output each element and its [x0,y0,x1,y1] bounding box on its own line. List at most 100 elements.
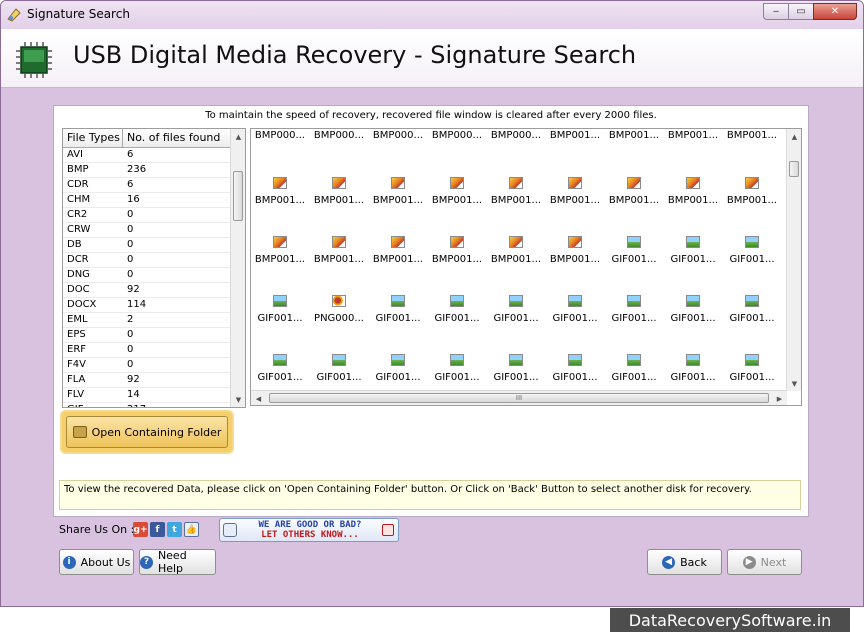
file-type-row[interactable]: EPS 0 [63,328,231,343]
recovered-file-item[interactable]: GIF001... [664,235,722,294]
file-type-row[interactable]: FLV 14 [63,388,231,403]
file-type-name: DCR [67,254,89,265]
recovered-file-item[interactable]: PNG000... [310,294,368,353]
file-type-count: 0 [127,254,134,265]
file-type-row[interactable]: CHM 16 [63,193,231,208]
col-files-found[interactable]: No. of files found [123,129,231,147]
file-type-row[interactable]: DNG 0 [63,268,231,283]
file-type-row[interactable]: DCR 0 [63,253,231,268]
scroll-left-icon[interactable]: ◀ [251,391,266,405]
recovered-file-item[interactable]: GIF001... [664,294,722,353]
file-type-row[interactable]: EML 2 [63,313,231,328]
files-hscrollbar[interactable]: ◀ III ▶ [251,390,787,405]
recovered-file-item[interactable]: GIF001... [369,294,427,353]
scroll-up-icon[interactable]: ▲ [787,129,801,144]
recovered-file-item[interactable]: GIF001... [428,294,486,353]
recovered-file-item[interactable]: GIF001... [723,235,781,294]
file-type-row[interactable]: CDR 6 [63,178,231,193]
bmp-file-icon [509,177,523,189]
recovered-file-name: BMP001... [490,254,542,265]
scroll-right-icon[interactable]: ▶ [772,391,787,405]
recovered-file-name: BMP000... [490,130,542,141]
recovered-file-item[interactable]: BMP001... [428,235,486,294]
file-type-row[interactable]: BMP 236 [63,163,231,178]
file-type-row[interactable]: CR2 0 [63,208,231,223]
file-type-count: 2 [127,314,134,325]
maximize-button[interactable]: ▭ [788,3,814,20]
recovered-file-item[interactable]: BMP001... [723,176,781,235]
file-types-scrollbar[interactable]: ▲ ▼ [230,129,245,407]
recovered-file-item[interactable]: GIF001... [723,294,781,353]
recovered-file-item[interactable]: BMP001... [310,235,368,294]
need-help-button[interactable]: ? Need Help [139,549,216,575]
recovered-file-item[interactable]: BMP001... [369,176,427,235]
scroll-up-icon[interactable]: ▲ [231,129,245,144]
file-type-row[interactable]: GIF217 [63,403,231,407]
scroll-thumb[interactable] [789,161,799,177]
brand-banner[interactable]: DataRecoverySoftware.in [610,608,850,632]
recovered-file-name: GIF001... [493,313,539,324]
scroll-down-icon[interactable]: ▼ [231,392,245,407]
recovered-file-item[interactable]: BMP001... [487,176,545,235]
recovered-file-item[interactable]: GIF001... [251,294,309,353]
google-plus-icon[interactable]: g+ [133,522,148,537]
recovered-file-item[interactable]: BMP001... [487,235,545,294]
feedback-icon [382,524,394,536]
close-button[interactable]: ✕ [813,3,857,20]
recovered-file-item[interactable]: BMP001... [251,235,309,294]
scroll-down-icon[interactable]: ▼ [787,376,801,391]
file-type-row[interactable]: DOCX 114 [63,298,231,313]
file-type-count: 0 [127,209,134,220]
recovered-file-item[interactable]: BMP001... [369,235,427,294]
recovered-file-name: PNG000... [314,313,364,324]
recovered-file-name: GIF001... [257,313,303,324]
back-button[interactable]: ◀ Back [647,549,722,575]
recovered-file-name: GIF001... [729,372,775,383]
file-type-row[interactable]: FLA 92 [63,373,231,388]
recovered-file-name: GIF001... [552,372,598,383]
twitter-icon[interactable]: t [167,522,182,537]
col-file-types[interactable]: File Types [63,129,123,147]
gif-file-icon [391,354,405,366]
recovered-file-name: BMP001... [726,130,778,141]
files-vscrollbar[interactable]: ▲ ▼ [786,129,801,391]
file-type-row[interactable]: DOC 92 [63,283,231,298]
open-button-face[interactable]: Open Containing Folder [66,416,228,448]
recovered-file-item[interactable]: BMP001... [428,176,486,235]
recovered-file-item[interactable]: GIF001... [546,294,604,353]
recovered-file-item[interactable]: GIF001... [605,235,663,294]
file-type-row[interactable]: AVI 6 [63,148,231,163]
recovered-file-item[interactable]: GIF001... [487,294,545,353]
recovered-file-name: GIF001... [434,372,480,383]
minimize-button[interactable]: ‒ [763,3,789,20]
recovered-file-item[interactable]: BMP001... [310,176,368,235]
next-button[interactable]: ▶ Next [727,549,802,575]
recovered-file-item[interactable]: BMP001... [546,235,604,294]
file-type-name: DNG [67,269,90,280]
recovered-file-name: BMP000... [372,130,424,141]
bmp-file-icon [450,236,464,248]
help-icon: ? [140,555,153,569]
file-type-row[interactable]: ERF 0 [63,343,231,358]
recovered-file-item[interactable]: BMP001... [251,176,309,235]
feedback-banner[interactable]: WE ARE GOOD OR BAD? LET OTHERS KNOW... [219,518,399,542]
open-containing-folder-button[interactable]: Open Containing Folder [62,412,232,452]
file-type-row[interactable]: F4V 0 [63,358,231,373]
about-us-button[interactable]: i About Us [59,549,134,575]
recovery-panel: To maintain the speed of recovery, recov… [53,105,809,517]
file-type-row[interactable]: DB 0 [63,238,231,253]
file-type-row[interactable]: CRW 0 [63,223,231,238]
hscroll-thumb[interactable]: III [269,393,769,403]
recovered-file-name: BMP001... [549,195,601,206]
next-arrow-icon: ▶ [742,555,756,569]
recovered-file-item[interactable]: BMP001... [546,176,604,235]
recovered-file-item[interactable]: GIF001... [605,294,663,353]
recovered-file-name: GIF001... [670,372,716,383]
gif-file-icon [568,354,582,366]
gif-file-icon [391,295,405,307]
recovered-file-item[interactable]: BMP001... [605,176,663,235]
scroll-thumb[interactable] [233,171,243,221]
thumbs-up-icon[interactable]: 👍 [184,522,199,537]
recovered-file-item[interactable]: BMP001... [664,176,722,235]
facebook-icon[interactable]: f [150,522,165,537]
